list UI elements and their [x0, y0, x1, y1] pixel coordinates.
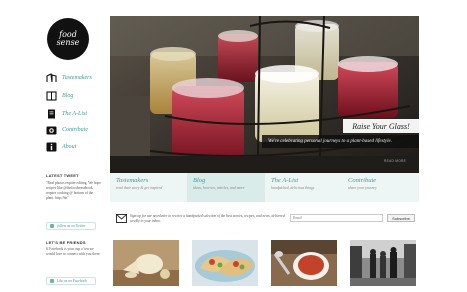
thumbnail-soup[interactable]: [271, 240, 337, 286]
nav-item-tastemakers[interactable]: Tastemakers: [46, 72, 92, 84]
envelope-icon: [116, 214, 127, 223]
thumbnail-street[interactable]: [350, 240, 416, 286]
feature-desc: read their story & get inspired: [116, 186, 163, 190]
feature-desc: handpicked, delicious things: [271, 186, 315, 190]
nav-item-blog[interactable]: Blog: [46, 90, 73, 102]
like-facebook-label: Like us on Facebook: [57, 279, 87, 283]
hero-title: Raise Your Glass!: [343, 119, 419, 133]
hero-subtitle: We're celebrating personal journeys to a…: [262, 135, 419, 148]
logo-line2: sense: [56, 38, 80, 47]
feature-tastemakers[interactable]: Tastemakers read their story & get inspi…: [110, 173, 187, 202]
latest-tweet-text: "Real photos require editing. We hope re…: [46, 181, 101, 200]
nav-label: About: [62, 144, 77, 150]
friends-text: If Facebook is your cup o' tea we would …: [46, 247, 101, 256]
tacos-image: [192, 240, 258, 286]
like-facebook-button[interactable]: Like us on Facebook: [46, 277, 96, 285]
book-icon: [46, 91, 57, 101]
people-icon: [46, 73, 57, 83]
nav-label: Blog: [62, 93, 74, 99]
email-field[interactable]: [290, 214, 383, 222]
nav-item-a-list[interactable]: The A-List: [46, 108, 87, 120]
cheese-image: [113, 240, 179, 286]
feature-title: Contribute: [348, 177, 377, 184]
facebook-icon: [50, 279, 54, 283]
feature-title: Blog: [193, 177, 206, 184]
latest-tweet-heading: LATEST TWEET: [46, 173, 79, 178]
newsletter-text: Sign up for our newsletter to receive a …: [130, 214, 285, 223]
feature-title: Tastemakers: [116, 177, 149, 184]
nav-label: Tastemakers: [62, 75, 92, 81]
info-icon: [46, 142, 57, 152]
soup-image: [271, 240, 337, 286]
thumbnail-cheese[interactable]: [113, 240, 179, 286]
nav-label: Contribute: [62, 127, 89, 133]
logo[interactable]: food sense: [47, 18, 89, 60]
subscribe-button[interactable]: Subscribe: [387, 214, 415, 222]
feature-desc: share your journey: [348, 186, 377, 190]
follow-twitter-label: follow us on Twitter: [57, 224, 86, 228]
twitter-icon: [50, 224, 54, 228]
nav-label: The A-List: [62, 111, 88, 117]
feature-desc: ideas, how-tos, articles, and more: [193, 186, 245, 190]
nav-item-contribute[interactable]: Contribute: [46, 124, 88, 136]
street-image: [350, 240, 416, 286]
hero-banner[interactable]: Raise Your Glass! We're celebrating pers…: [110, 16, 419, 173]
friends-heading: LET'S BE FRIENDS: [46, 240, 86, 245]
clipboard-icon: [46, 109, 57, 119]
hero-read-more[interactable]: READ MORE: [384, 159, 406, 163]
feature-blog[interactable]: Blog ideas, how-tos, articles, and more: [187, 173, 265, 202]
nav-item-about[interactable]: About: [46, 141, 76, 153]
feature-title: The A-List: [271, 177, 299, 184]
camera-icon: [46, 125, 57, 135]
thumbnail-tacos[interactable]: [192, 240, 258, 286]
feature-a-list[interactable]: The A-List handpicked, delicious things: [265, 173, 342, 202]
follow-twitter-button[interactable]: follow us on Twitter: [46, 222, 96, 230]
hero-image: [110, 16, 419, 173]
sidebar: food sense Tastemakers Blog The A-List C…: [0, 0, 110, 292]
feature-contribute[interactable]: Contribute share your journey: [342, 173, 419, 202]
